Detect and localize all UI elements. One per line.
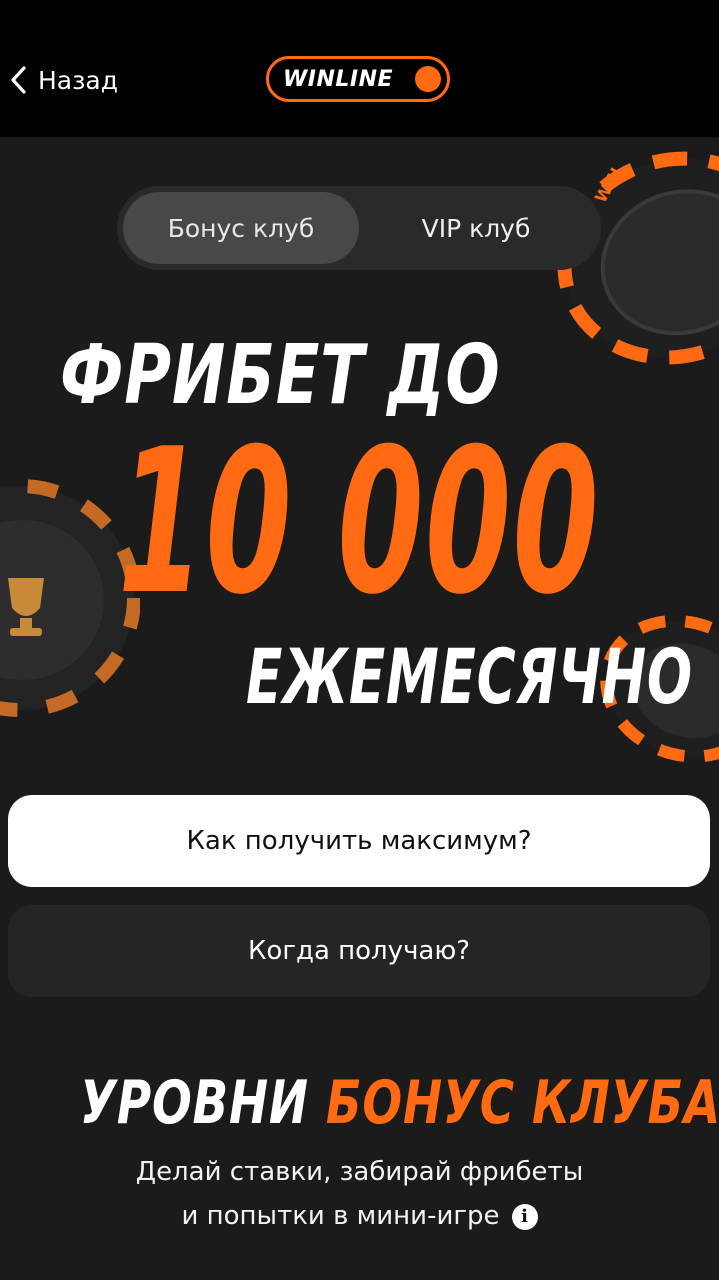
levels-subtitle-line-2: и попытки в мини-игре bbox=[181, 1201, 500, 1231]
levels-title-white: УРОВНИ bbox=[80, 1068, 309, 1138]
how-to-get-max-button[interactable]: Как получить максимум? bbox=[8, 795, 710, 887]
logo-text: WINLINE bbox=[283, 66, 394, 92]
logo-dot bbox=[415, 66, 441, 92]
hero-amount: 10 000 bbox=[118, 406, 601, 639]
levels-title-orange: БОНУС КЛУБА bbox=[325, 1068, 719, 1138]
tab-bonus-club[interactable]: Бонус клуб bbox=[123, 192, 359, 264]
top-bar: Назад WINLINE bbox=[0, 0, 719, 137]
tab-vip-club[interactable]: VIP клуб bbox=[357, 192, 595, 264]
back-label: Назад bbox=[38, 65, 119, 95]
when-received-button[interactable]: Когда получаю? bbox=[8, 905, 710, 997]
levels-subtitle-line-2-row: и попытки в мини-игре i bbox=[0, 1201, 719, 1231]
club-tab-switcher: Бонус клуб VIP клуб bbox=[117, 186, 601, 270]
winline-logo: WINLINE bbox=[266, 56, 450, 102]
hero-line-3: ЕЖЕМЕСЯЧНО bbox=[246, 632, 693, 721]
levels-subtitle-line-1: Делай ставки, забирай фрибеты bbox=[135, 1157, 584, 1187]
levels-title: УРОВНИ БОНУС КЛУБА bbox=[80, 1068, 719, 1138]
chevron-left-icon bbox=[11, 66, 26, 94]
info-icon[interactable]: i bbox=[511, 1204, 538, 1230]
back-button[interactable]: Назад bbox=[8, 60, 118, 100]
